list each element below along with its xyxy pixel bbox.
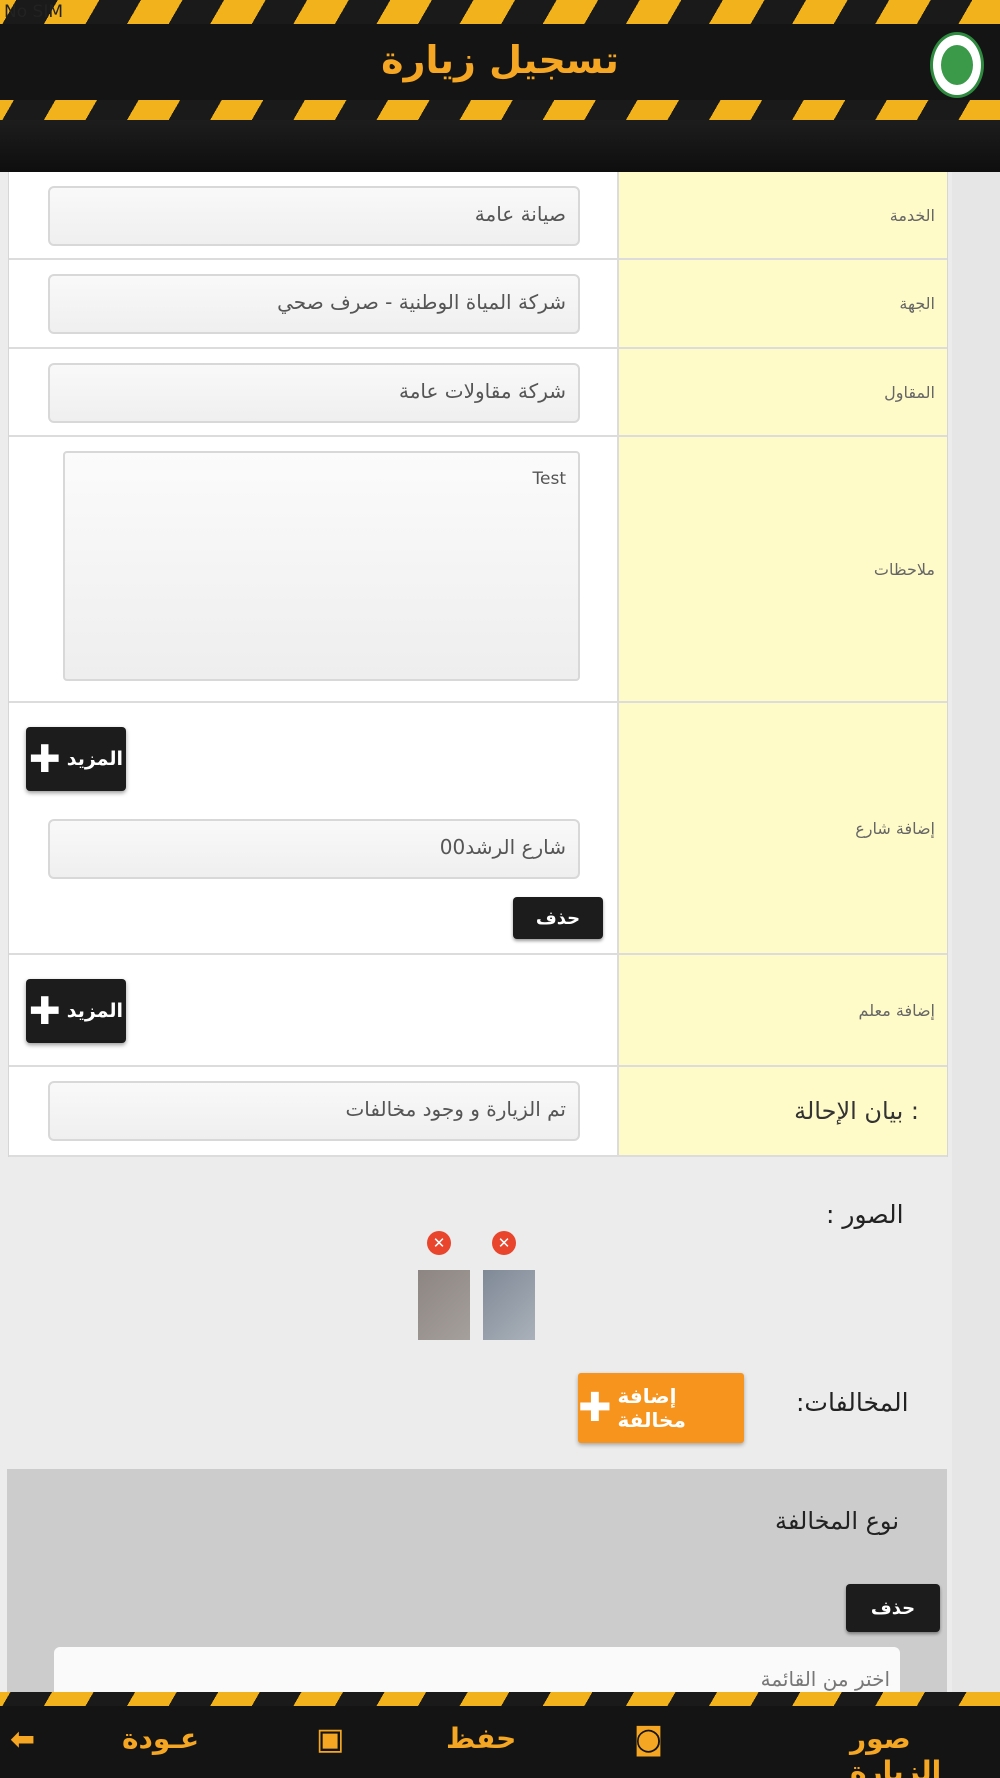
back-button[interactable]: عـودة [122,1722,199,1755]
referral-label: بيان الإحالة : [619,1067,947,1155]
header-stripe-top [0,0,1000,24]
add-landmark-label: إضافة معلم [619,955,947,1065]
more-label: المزيد [66,1000,124,1022]
contractor-field[interactable]: شركة مقاولات عامة [48,363,580,423]
app-header: No SIM تسجيل زيارة [0,0,1000,172]
plus-icon: ✚ [28,737,61,781]
add-violation-label: إضافة مخالفة [617,1384,686,1432]
remove-photo-icon[interactable]: ✕ [492,1231,516,1255]
carrier-label: No SIM [4,2,63,22]
contractor-label: المقاول [619,349,947,435]
plus-icon: ✚ [578,1385,612,1431]
street-field[interactable]: شارع الرشد00 [48,819,580,879]
referral-row: تم الزيارة و وجود مخالفات بيان الإحالة : [9,1067,947,1157]
bottom-toolbar: ⬅ عـودة ▣ حفظ ◙ صور الزيارة [0,1692,1000,1778]
photo-thumbnail[interactable] [483,1270,535,1340]
footer-stripe [0,1692,1000,1706]
page-title: تسجيل زيارة [381,38,619,82]
remove-photo-icon[interactable]: ✕ [427,1231,451,1255]
notes-row: Test ملاحظات [9,437,947,703]
add-violation-button[interactable]: ✚ إضافة مخالفة [578,1373,744,1443]
camera-icon[interactable]: ◙ [634,1722,663,1757]
add-landmark-more-button[interactable]: ✚ المزيد [26,979,126,1043]
more-label: المزيد [66,748,124,770]
photo-thumbnail[interactable] [418,1270,470,1340]
service-field[interactable]: صيانة عامة [48,186,580,246]
add-street-more-button[interactable]: ✚ المزيد [26,727,126,791]
municipality-logo-icon [930,32,984,98]
save-icon[interactable]: ▣ [316,1722,344,1757]
add-landmark-row: ✚ المزيد إضافة معلم [9,955,947,1067]
photos-label: الصور : [826,1200,904,1229]
header-shadow [0,120,1000,172]
delete-violation-button[interactable]: حذف [846,1584,940,1632]
notes-label: ملاحظات [619,437,947,701]
entity-row: شركة المياة الوطنية - صرف صحي الجهة [9,260,947,349]
add-street-label: إضافة شارع [619,703,947,953]
violation-type-label: نوع المخالفة [775,1507,900,1535]
violation-panel: نوع المخالفة حذف اختر من القائمة [7,1469,947,1709]
delete-street-button[interactable]: حذف [513,897,603,939]
entity-field[interactable]: شركة المياة الوطنية - صرف صحي [48,274,580,334]
visit-form: صيانة عامة الخدمة شركة المياة الوطنية - … [8,172,948,1157]
add-street-row: ✚ المزيد شارع الرشد00 حذف إضافة شارع [9,703,947,955]
referral-field[interactable]: تم الزيارة و وجود مخالفات [48,1081,580,1141]
notes-textarea[interactable]: Test [63,451,580,681]
service-row: صيانة عامة الخدمة [9,172,947,260]
save-button[interactable]: حفظ [446,1722,516,1755]
entity-label: الجهة [619,260,947,347]
visit-photos-button[interactable]: صور الزيارة [850,1722,1000,1778]
header-stripe-bottom [0,100,1000,120]
service-label: الخدمة [619,172,947,258]
violations-label: المخالفات: [796,1388,909,1417]
contractor-row: شركة مقاولات عامة المقاول [9,349,947,437]
back-arrow-icon[interactable]: ⬅ [10,1722,35,1757]
plus-icon: ✚ [28,989,61,1033]
page-margin [952,172,1000,1692]
